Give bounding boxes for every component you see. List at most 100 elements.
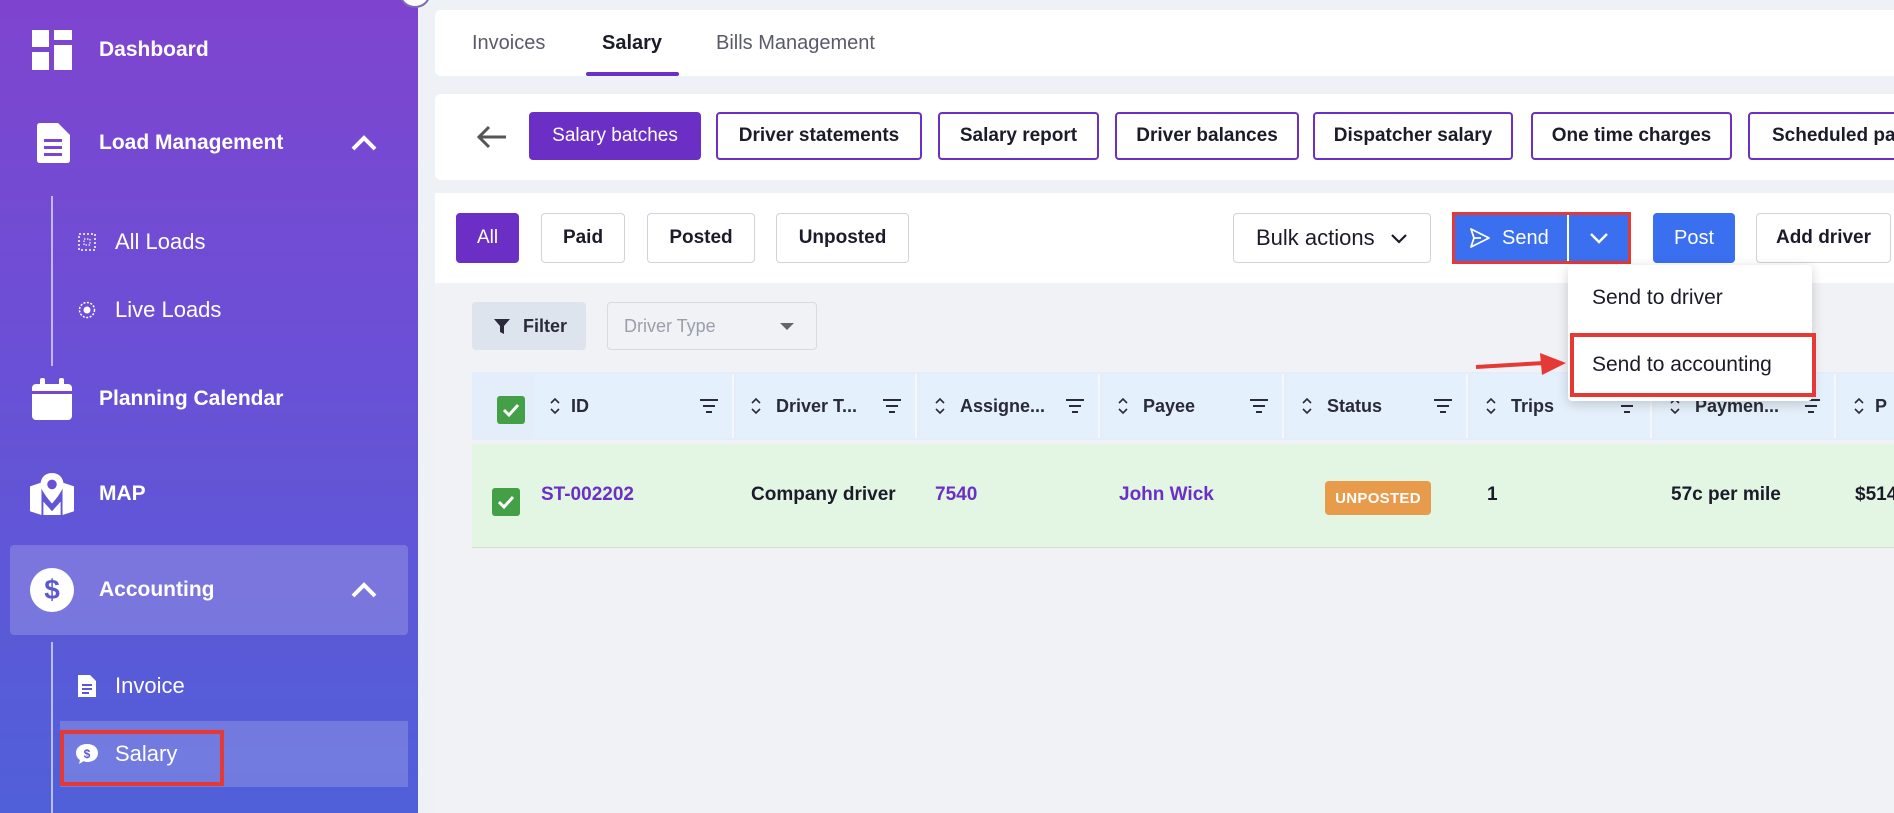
sort-icon[interactable] (934, 396, 946, 416)
highlight-box-salary (60, 730, 224, 786)
subnav-salary-batches[interactable]: Salary batches (529, 112, 701, 160)
column-filter-icon[interactable] (1802, 399, 1820, 413)
highlight-box-send-to-accounting (1570, 333, 1816, 397)
column-filter-icon[interactable] (1066, 399, 1084, 413)
subnav-scheduled-payments[interactable]: Scheduled pa (1748, 112, 1894, 160)
column-filter-icon[interactable] (1618, 399, 1636, 413)
back-arrow-icon[interactable] (474, 122, 510, 152)
tab-invoices[interactable]: Invoices (472, 10, 545, 76)
calendar-icon (30, 377, 74, 421)
sidebar-item-all-loads[interactable]: All Loads (60, 209, 408, 275)
check-icon (497, 495, 515, 510)
red-arrow-icon (1475, 353, 1566, 375)
sidebar-item-live-loads[interactable]: Live Loads (60, 277, 408, 343)
column-label: P (1875, 395, 1888, 416)
sort-icon[interactable] (1117, 396, 1129, 416)
row-id-link[interactable]: ST-002202 (541, 484, 634, 506)
collapse-toggle[interactable] (400, 0, 430, 8)
invoice-icon (76, 675, 98, 697)
row-driver-type: Company driver (751, 484, 896, 505)
add-driver-button[interactable]: Add driver (1756, 213, 1891, 263)
dashboard-icon (30, 28, 74, 72)
sidebar: Dashboard Load Management All Loads Live… (0, 0, 430, 813)
column-label: Assigne... (960, 395, 1046, 416)
sort-icon[interactable] (1853, 396, 1865, 416)
document-icon (30, 121, 74, 165)
bulk-actions-dropdown[interactable]: Bulk actions (1233, 213, 1431, 263)
driver-type-select[interactable]: Driver Type (607, 302, 817, 350)
row-checkbox[interactable] (492, 488, 520, 516)
row-assignee-link[interactable]: 7540 (935, 484, 977, 506)
column-header-assignee[interactable]: Assigne... (920, 374, 1100, 438)
column-label: ID (571, 395, 589, 416)
funnel-icon (494, 319, 510, 334)
tab-salary[interactable]: Salary (602, 10, 662, 76)
column-filter-icon[interactable] (700, 399, 718, 413)
sidebar-item-load-management[interactable]: Load Management (0, 103, 418, 183)
sidebar-item-label: MAP (99, 482, 146, 505)
column-header-driver-type[interactable]: Driver T... (736, 374, 917, 438)
select-all-checkbox[interactable] (497, 396, 525, 424)
post-button[interactable]: Post (1653, 213, 1735, 263)
highlight-box-send (1452, 212, 1631, 264)
tab-bills-management[interactable]: Bills Management (716, 10, 875, 76)
sort-icon[interactable] (1301, 396, 1313, 416)
sidebar-item-label: Live Loads (115, 297, 222, 322)
row-trips: 1 (1487, 484, 1498, 505)
sidebar-item-label: Invoice (115, 673, 185, 698)
subnav-dispatcher-salary[interactable]: Dispatcher salary (1313, 112, 1513, 160)
menu-item-send-to-driver[interactable]: Send to driver (1568, 268, 1812, 328)
sidebar-item-dashboard[interactable]: Dashboard (0, 10, 418, 90)
caret-down-icon (780, 323, 794, 330)
column-header-payee[interactable]: Payee (1103, 374, 1284, 438)
active-tab-indicator (586, 72, 679, 76)
column-filter-icon[interactable] (1250, 399, 1268, 413)
filter-all[interactable]: All (456, 213, 519, 263)
sort-icon[interactable] (1485, 396, 1497, 416)
column-filter-icon[interactable] (883, 399, 901, 413)
subnav-driver-balances[interactable]: Driver balances (1115, 112, 1299, 160)
live-icon (76, 299, 98, 321)
subnav-one-time-charges[interactable]: One time charges (1531, 112, 1732, 160)
submenu-line (51, 642, 53, 813)
filter-unposted[interactable]: Unposted (776, 213, 909, 263)
column-label: Payee (1143, 395, 1196, 416)
driver-type-placeholder: Driver Type (624, 315, 716, 336)
sort-icon[interactable] (750, 396, 762, 416)
chevron-up-icon[interactable] (349, 575, 379, 605)
subnav-driver-statements[interactable]: Driver statements (716, 112, 922, 160)
chevron-down-icon (1391, 234, 1407, 244)
sidebar-item-map[interactable]: MAP (0, 454, 418, 534)
sidebar-item-label: Planning Calendar (99, 387, 284, 410)
status-badge: UNPOSTED (1325, 481, 1431, 515)
row-pay: $514 (1855, 484, 1894, 505)
column-header-pay[interactable]: P (1839, 374, 1894, 438)
row-payment: 57c per mile (1671, 484, 1781, 505)
dollar-icon: $ (30, 568, 74, 612)
filter-posted[interactable]: Posted (647, 213, 755, 263)
column-label: Trips (1511, 395, 1555, 416)
column-label: Driver T... (776, 395, 858, 416)
filter-label: Filter (523, 315, 568, 336)
sidebar-item-label: Dashboard (99, 38, 209, 61)
sidebar-item-planning-calendar[interactable]: Planning Calendar (0, 359, 418, 439)
subnav-salary-report[interactable]: Salary report (938, 112, 1099, 160)
submenu-line (51, 196, 53, 366)
column-filter-icon[interactable] (1434, 399, 1452, 413)
sort-icon[interactable] (549, 396, 561, 416)
svg-text:$: $ (44, 574, 60, 605)
check-icon (502, 403, 520, 418)
column-header-id[interactable]: ID (535, 374, 734, 438)
row-payee-link[interactable]: John Wick (1119, 484, 1214, 506)
column-header-status[interactable]: Status (1287, 374, 1468, 438)
chevron-up-icon[interactable] (349, 128, 379, 158)
bulk-actions-label: Bulk actions (1256, 225, 1375, 250)
sidebar-item-invoice[interactable]: Invoice (60, 653, 408, 719)
dotted-square-icon (76, 231, 98, 253)
sidebar-item-accounting[interactable]: $ Accounting (10, 545, 408, 635)
filter-button[interactable]: Filter (472, 302, 586, 350)
sidebar-item-label: Accounting (99, 578, 215, 601)
column-label: Status (1327, 395, 1383, 416)
filter-paid[interactable]: Paid (541, 213, 625, 263)
map-icon (30, 472, 74, 516)
